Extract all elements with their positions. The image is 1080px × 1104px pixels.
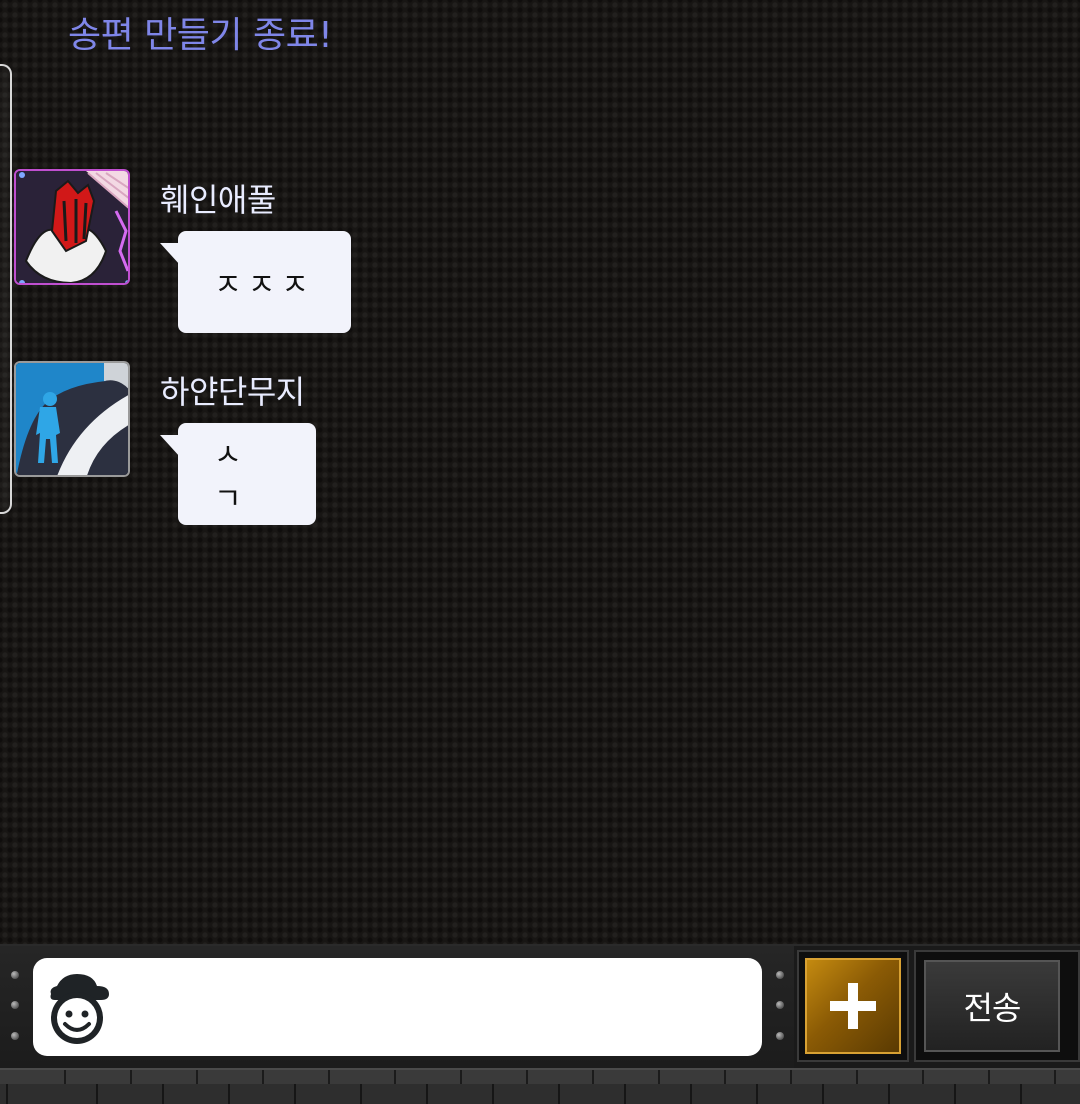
rivet — [776, 1001, 784, 1009]
send-button[interactable]: 전송 — [914, 950, 1080, 1062]
avatar[interactable] — [14, 361, 130, 477]
sender-name[interactable]: 훼인애풀 — [160, 175, 276, 221]
plus-button-face — [805, 958, 901, 1054]
sender-name[interactable]: 하얀단무지 — [160, 367, 305, 413]
smiley-hat-icon[interactable] — [43, 970, 113, 1046]
chat-message: 훼인애풀 ㅈㅈㅈ — [0, 169, 600, 339]
rivet — [776, 971, 784, 979]
plus-icon — [830, 983, 876, 1029]
send-button-label: 전송 — [924, 960, 1060, 1052]
rivet — [11, 1001, 19, 1009]
message-bubble: ㅈㅈㅈ — [160, 231, 351, 333]
system-message: 송편 만들기 종료! — [68, 15, 333, 56]
chat-area: 송편 만들기 종료! 훼인애풀 ㅈㅈㅈ 하얀단무지 ㅅㄱ — [0, 0, 1080, 944]
chat-message: 하얀단무지 ㅅㄱ — [0, 361, 600, 531]
message-input[interactable] — [33, 958, 762, 1056]
walking-person-icon — [16, 363, 128, 475]
plus-button[interactable] — [797, 950, 909, 1062]
decorative-floor — [0, 1068, 1080, 1104]
input-panel — [0, 946, 794, 1068]
message-bubble: ㅅㄱ — [160, 423, 316, 525]
avatar[interactable] — [14, 169, 130, 285]
rivet — [11, 971, 19, 979]
rivet — [776, 1032, 784, 1040]
red-hand-icon — [16, 171, 128, 283]
rivet — [11, 1032, 19, 1040]
decorative-floor-row — [0, 1084, 1080, 1104]
input-bar: 전송 — [0, 944, 1080, 1104]
